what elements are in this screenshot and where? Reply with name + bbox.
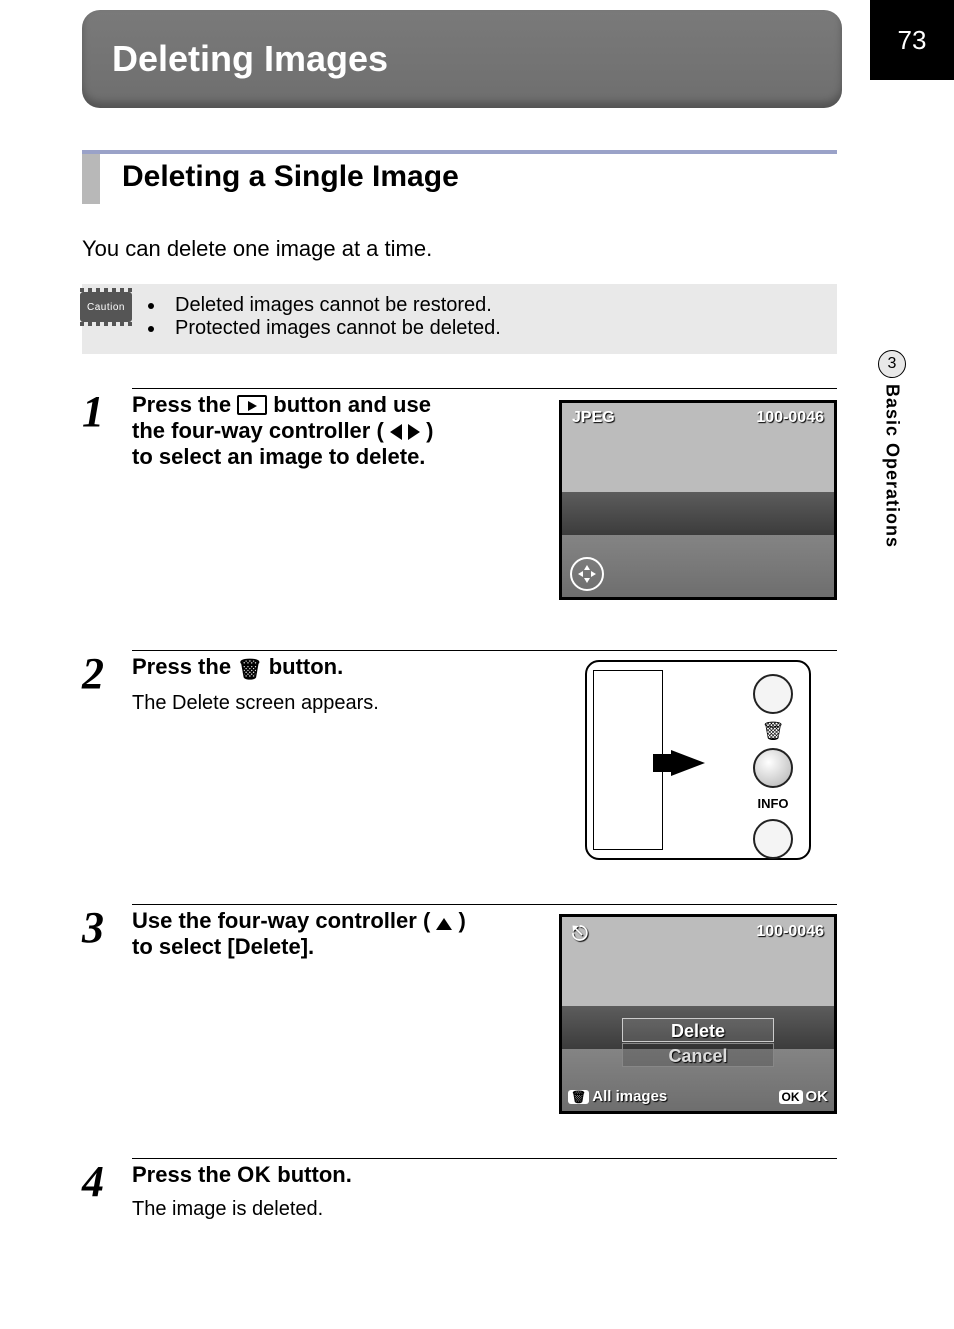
step-3: 3 Use the four-way controller ( ) to sel…: [82, 896, 837, 960]
section-heading-row: Deleting a Single Image: [82, 154, 837, 204]
lcd-format-label: JPEG: [572, 409, 615, 427]
page-title: Deleting Images: [112, 38, 388, 80]
lcd-image-placeholder: [562, 917, 834, 1111]
text: to select [Delete].: [132, 934, 314, 959]
text: ): [459, 908, 466, 933]
menu-item-cancel[interactable]: Cancel: [622, 1043, 774, 1067]
chapter-title: Basic Operations: [882, 384, 903, 548]
up-triangle-icon: [436, 918, 452, 930]
text: to select an image to delete.: [132, 444, 425, 469]
menu-item-delete[interactable]: Delete: [622, 1018, 774, 1042]
text: Press the: [132, 392, 237, 417]
lcd-bottom-bar: 🗑All images OKOK: [568, 1088, 828, 1105]
step-number: 2: [82, 648, 104, 699]
section-side-bar: [82, 154, 100, 204]
delete-button: [753, 748, 793, 788]
trash-icon: 🗑: [762, 722, 785, 740]
page-number-box: 73: [870, 0, 954, 80]
caution-box: Caution Deleted images cannot be restore…: [82, 284, 837, 354]
caution-item: Protected images cannot be deleted.: [148, 317, 823, 340]
caution-list: Deleted images cannot be restored. Prote…: [142, 294, 823, 340]
trash-badge-icon: 🗑: [568, 1090, 589, 1104]
button-column: 🗑 INFO: [743, 674, 803, 859]
lcd-file-number: 100-0046: [756, 923, 824, 941]
pointer-arrow-icon: [671, 750, 705, 776]
delete-playback-icon: ⎋: [572, 923, 588, 946]
top-button: [753, 674, 793, 714]
all-images-label: All images: [592, 1088, 667, 1105]
ok-label: OK: [806, 1088, 829, 1105]
delete-menu: Delete Cancel: [622, 1017, 774, 1067]
lcd-screenshot-3: ⎋ 100-0046 Delete Cancel 🗑All images OKO…: [559, 914, 837, 1114]
text: button.: [269, 654, 344, 679]
lcd-file-number: 100-0046: [756, 409, 824, 427]
step-number: 1: [82, 386, 104, 437]
chapter-number-circle: 3: [878, 350, 906, 378]
step-subtext: The image is deleted.: [132, 1198, 837, 1221]
step-number: 3: [82, 902, 104, 953]
step-2: 2 Press the 🗑 button. The Delete screen …: [82, 642, 837, 715]
info-label: INFO: [757, 796, 788, 811]
text: button.: [277, 1162, 352, 1187]
all-images-hint: 🗑All images: [568, 1088, 667, 1105]
right-triangle-icon: [408, 424, 420, 440]
ok-badge-icon: OK: [779, 1090, 803, 1104]
page-title-banner: Deleting Images: [82, 10, 842, 108]
text: Press the: [132, 1162, 237, 1187]
caution-item: Deleted images cannot be restored.: [148, 294, 823, 317]
text: button and use: [273, 392, 431, 417]
text: the four-way controller (: [132, 418, 384, 443]
text: Use the four-way controller (: [132, 908, 430, 933]
chapter-number: 3: [888, 355, 897, 373]
step-4: 4 Press the OK button. The image is dele…: [82, 1150, 837, 1221]
left-triangle-icon: [390, 424, 402, 440]
playback-icon: [237, 395, 267, 415]
step-number: 4: [82, 1156, 104, 1207]
ok-hint: OKOK: [779, 1088, 829, 1105]
info-button: [753, 819, 793, 859]
nav-wheel-icon: [570, 557, 604, 591]
step-body: Press the OK button. The image is delete…: [132, 1150, 837, 1221]
text: Press the: [132, 654, 237, 679]
ok-button-label: OK: [237, 1162, 271, 1187]
intro-text: You can delete one image at a time.: [82, 236, 432, 262]
trash-icon: 🗑: [237, 659, 262, 681]
caution-badge: Caution: [80, 292, 132, 322]
camera-back-illustration: 🗑 INFO: [559, 660, 837, 860]
page-number: 73: [898, 25, 927, 56]
text: ): [426, 418, 433, 443]
lcd-screenshot-1: JPEG 100-0046: [559, 400, 837, 600]
step-1: 1 Press the button and use the four-way …: [82, 380, 837, 470]
chapter-tab: 3 Basic Operations: [878, 350, 906, 548]
section-title: Deleting a Single Image: [122, 154, 459, 204]
